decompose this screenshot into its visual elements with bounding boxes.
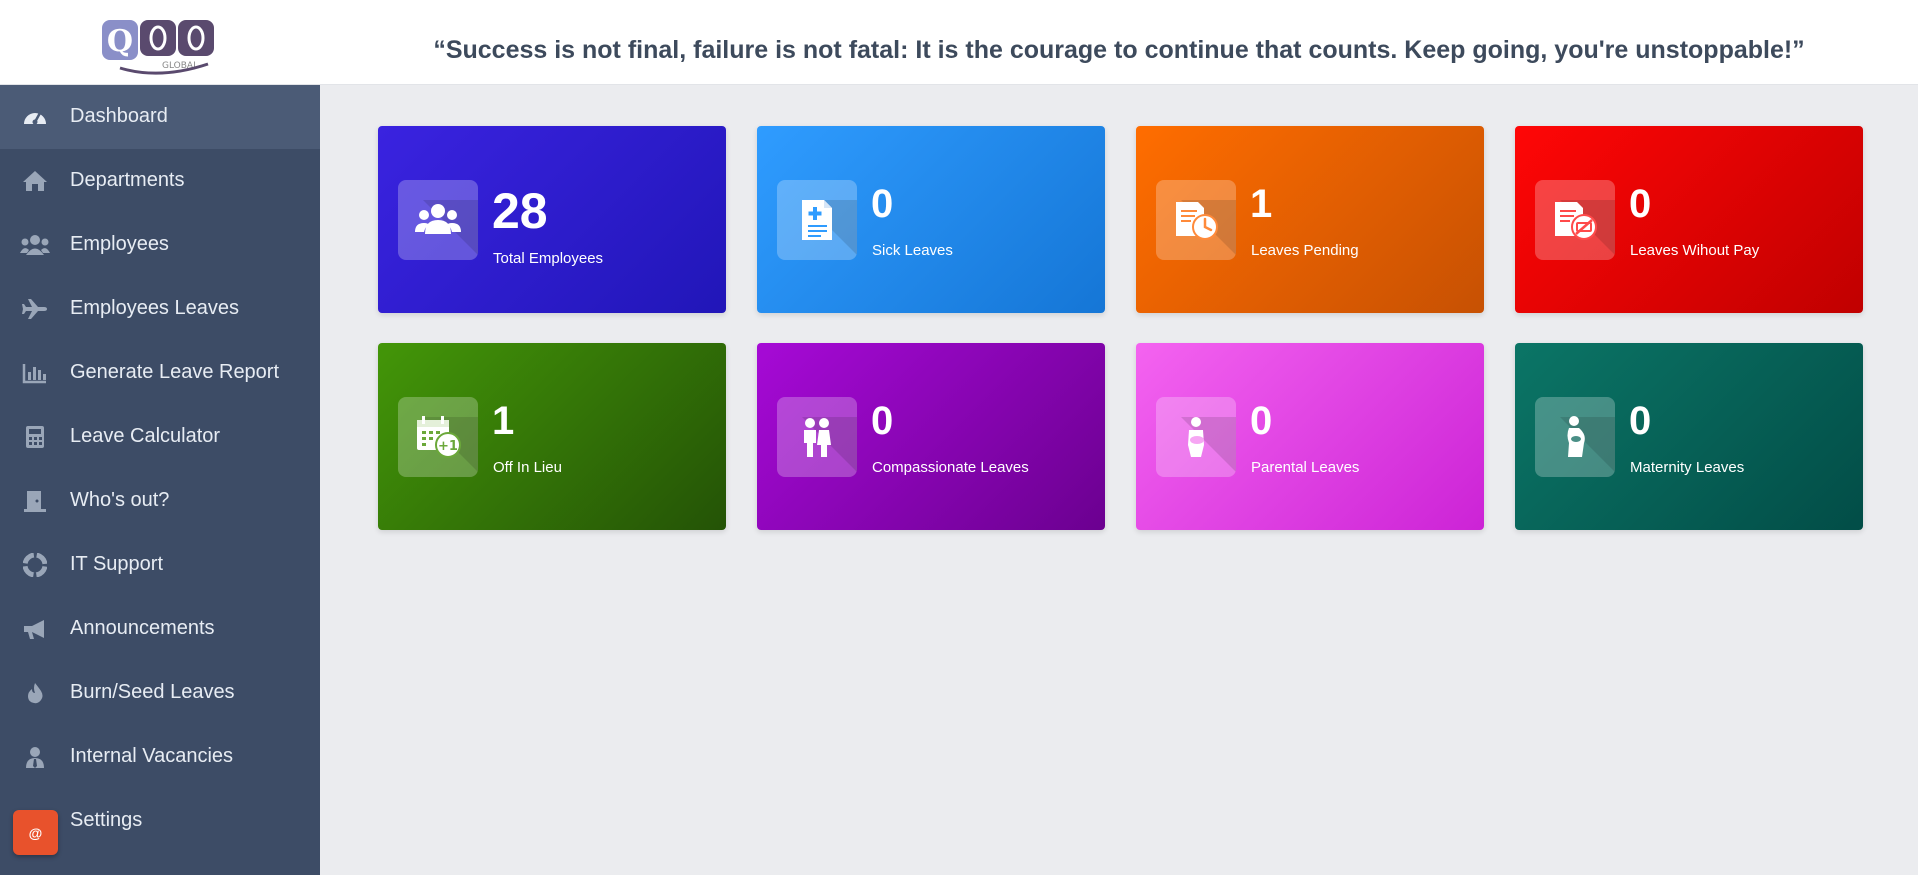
sidebar-item-employees[interactable]: Employees [0, 213, 320, 277]
card-value: 0 [1629, 182, 1652, 226]
card-value: 1 [492, 399, 515, 443]
stat-card-compassionate-leaves[interactable]: 0 Compassionate Leaves [757, 343, 1105, 530]
card-value: 0 [871, 399, 894, 443]
svg-text:+1: +1 [438, 439, 458, 454]
stat-card-parental-leaves[interactable]: 0 Parental Leaves [1136, 343, 1484, 530]
company-logo[interactable]: Q GLOBAL [100, 18, 218, 78]
users-group-icon [415, 204, 461, 234]
sidebar-item-it-support[interactable]: IT Support [0, 533, 320, 597]
couple-icon [804, 418, 831, 457]
sidebar-item-departments[interactable]: Departments [0, 149, 320, 213]
card-label: Compassionate Leaves [872, 459, 1029, 476]
chat-widget-button[interactable]: @ [13, 810, 58, 855]
card-value: 1 [1250, 182, 1273, 226]
document-clock-icon [1176, 202, 1218, 240]
svg-text:Q: Q [107, 24, 133, 59]
stat-card-sick-leaves[interactable]: 0 Sick Leaves [757, 126, 1105, 313]
card-label: Total Employees [493, 250, 604, 267]
sidebar-item-label: Settings [70, 809, 143, 831]
sidebar-item-whos-out[interactable]: Who's out? [0, 469, 320, 533]
home-icon [20, 169, 50, 193]
lifebuoy-icon [20, 553, 50, 577]
sidebar-item-burn-seed-leaves[interactable]: Burn/Seed Leaves [0, 661, 320, 725]
sidebar-item-dashboard[interactable]: Dashboard [0, 85, 320, 149]
stat-card-total-employees[interactable]: 28 Total Employees [378, 126, 726, 313]
sidebar-item-label: Employees Leaves [70, 297, 239, 319]
card-label: Maternity Leaves [1630, 459, 1745, 476]
sidebar-item-internal-vacancies[interactable]: Internal Vacancies [0, 725, 320, 789]
user-tie-icon [20, 745, 50, 769]
card-label: Parental Leaves [1251, 459, 1360, 476]
card-value: 0 [1629, 399, 1652, 443]
icon-tile [1156, 180, 1236, 260]
icon-tile: +1 [398, 397, 478, 477]
icon-tile [1156, 397, 1236, 477]
icon-tile [1535, 397, 1615, 477]
card-label: Leaves Wihout Pay [1630, 242, 1760, 259]
sidebar-item-label: Generate Leave Report [70, 361, 280, 383]
card-label: Off In Lieu [493, 459, 562, 476]
medical-document-icon [802, 200, 832, 240]
megaphone-icon [20, 617, 50, 641]
icon-tile [777, 180, 857, 260]
sidebar-item-label: Dashboard [70, 105, 168, 127]
calendar-plus-one-icon: +1 [417, 416, 461, 458]
icon-tile [398, 180, 478, 260]
motivational-quote: “Success is not final, failure is not fa… [433, 36, 1805, 64]
card-value: 0 [871, 182, 894, 226]
stat-card-leaves-without-pay[interactable]: 0 Leaves Wihout Pay [1515, 126, 1863, 313]
sidebar-item-label: Who's out? [70, 489, 170, 511]
card-value: 28 [492, 183, 548, 239]
card-label: Leaves Pending [1251, 242, 1359, 259]
sidebar-item-label: Burn/Seed Leaves [70, 681, 235, 703]
sidebar-item-label: Employees [70, 233, 169, 255]
sidebar-item-label: Announcements [70, 617, 215, 639]
stat-card-maternity-leaves[interactable]: 0 Maternity Leaves [1515, 343, 1863, 530]
sidebar-item-generate-leave-report[interactable]: Generate Leave Report [0, 341, 320, 405]
sidebar-item-label: Departments [70, 169, 185, 191]
plane-icon [20, 297, 50, 321]
door-icon [20, 489, 50, 513]
sidebar-item-announcements[interactable]: Announcements [0, 597, 320, 661]
icon-tile [777, 397, 857, 477]
fire-icon [20, 681, 50, 705]
document-no-money-icon [1555, 202, 1597, 240]
icon-tile [1535, 180, 1615, 260]
sidebar-item-employees-leaves[interactable]: Employees Leaves [0, 277, 320, 341]
gauge-icon [20, 105, 50, 129]
sidebar: Dashboard Departments Employees Employee… [0, 85, 320, 875]
calculator-icon [20, 425, 50, 449]
sidebar-item-label: IT Support [70, 553, 164, 575]
bar-chart-icon [20, 361, 50, 385]
sidebar-item-more[interactable] [0, 853, 320, 875]
pregnant-icon [1567, 416, 1585, 457]
sidebar-item-label: Leave Calculator [70, 425, 221, 447]
sidebar-item-label: Internal Vacancies [70, 745, 234, 767]
card-value: 0 [1250, 399, 1273, 443]
card-label: Sick Leaves [872, 242, 953, 259]
stat-card-off-in-lieu[interactable]: +1 1 Off In Lieu [378, 343, 726, 530]
stat-card-leaves-pending[interactable]: 1 Leaves Pending [1136, 126, 1484, 313]
top-header: Q GLOBAL “Success is not final, failure … [0, 0, 1918, 85]
parent-baby-icon [1188, 417, 1204, 457]
users-icon [20, 233, 50, 257]
sidebar-item-leave-calculator[interactable]: Leave Calculator [0, 405, 320, 469]
